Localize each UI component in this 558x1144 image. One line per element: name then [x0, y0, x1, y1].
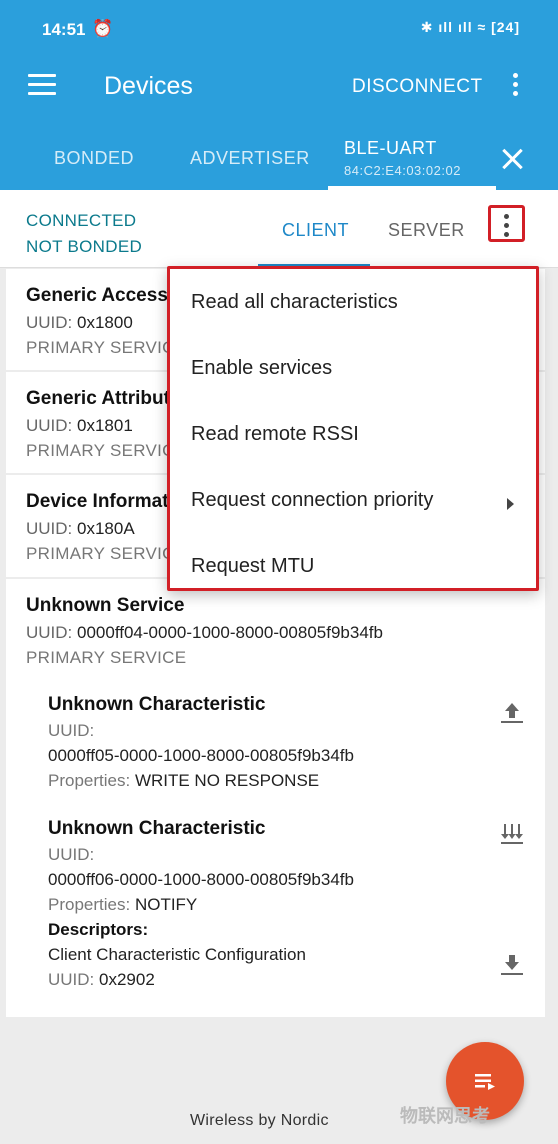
footer-text: Wireless by Nordic	[190, 1112, 329, 1129]
characteristic-uuid-label: UUID:	[48, 721, 95, 740]
overflow-menu-icon[interactable]	[509, 73, 521, 101]
characteristic-item[interactable]: Unknown Characteristic UUID: 0000ff05-00…	[48, 694, 354, 791]
menu-item-request-mtu[interactable]: Request MTU	[191, 555, 531, 578]
submenu-arrow-icon	[507, 498, 514, 510]
connected-label: CONNECTED	[26, 211, 137, 230]
characteristic-item[interactable]: Unknown Characteristic UUID: 0000ff06-00…	[48, 818, 354, 990]
read-download-icon[interactable]	[498, 950, 526, 978]
system-status-icons: ✱ ıll ıll ≈ [24]	[420, 19, 520, 35]
page-title: Devices	[104, 72, 193, 100]
characteristic-uuid: 0000ff05-0000-1000-8000-00805f9b34fb	[48, 746, 354, 765]
alarm-icon: ⏰	[92, 19, 114, 38]
device-name: BLE-UART	[344, 138, 437, 158]
bond-state-label: NOT BONDED	[26, 237, 143, 256]
service-uuid: UUID: 0x1801	[26, 416, 133, 435]
disconnect-button[interactable]: DISCONNECT	[352, 76, 483, 98]
status-bar: 14:51 ⏰ ✱ ıll ıll ≈ [24]	[0, 0, 558, 56]
service-name: Unknown Service	[26, 595, 185, 616]
status-time: 14:51	[42, 20, 86, 39]
hamburger-menu-icon[interactable]	[28, 74, 56, 96]
service-type: PRIMARY SERVICE	[26, 441, 187, 460]
service-type: PRIMARY SERVICE	[26, 544, 187, 563]
service-uuid: UUID: 0000ff04-0000-1000-8000-00805f9b34…	[26, 623, 383, 642]
connection-state: CONNECTED NOT BONDED	[26, 208, 142, 260]
tab-ble-uart[interactable]: BLE-UART 84:C2:E4:03:02:02	[344, 138, 461, 178]
characteristic-uuid-label: UUID:	[48, 845, 95, 864]
service-name: Generic Access	[26, 285, 168, 306]
tab-bonded[interactable]: BONDED	[54, 148, 134, 169]
tab-advertiser[interactable]: ADVERTISER	[190, 148, 310, 169]
list-icon	[475, 1074, 495, 1090]
characteristic-name: Unknown Characteristic	[48, 818, 266, 839]
close-icon[interactable]	[500, 146, 526, 172]
characteristic-uuid: 0000ff06-0000-1000-8000-00805f9b34fb	[48, 870, 354, 889]
notify-multi-arrow-icon[interactable]	[498, 820, 526, 848]
app-bar: Devices DISCONNECT	[0, 56, 558, 118]
more-options-icon[interactable]	[488, 205, 525, 242]
menu-item-enable-services[interactable]: Enable services	[191, 357, 531, 380]
service-name: Generic Attribute	[26, 388, 181, 409]
menu-item-read-remote-rssi[interactable]: Read remote RSSI	[191, 423, 531, 446]
descriptor-uuid: UUID: 0x2902	[48, 970, 155, 989]
characteristic-name: Unknown Characteristic	[48, 694, 266, 715]
menu-item-read-all-characteristics[interactable]: Read all characteristics	[191, 291, 531, 314]
service-type: PRIMARY SERVICE	[26, 338, 187, 357]
tab-server[interactable]: SERVER	[388, 220, 465, 241]
service-uuid: UUID: 0x180A	[26, 519, 135, 538]
service-type: PRIMARY SERVICE	[26, 648, 187, 667]
tab-client[interactable]: CLIENT	[282, 220, 349, 241]
write-upload-icon[interactable]	[498, 698, 526, 726]
characteristic-properties: Properties: NOTIFY	[48, 895, 198, 914]
service-uuid: UUID: 0x1800	[26, 313, 133, 332]
descriptor-name: Client Characteristic Configuration	[48, 945, 306, 964]
characteristic-properties: Properties: WRITE NO RESPONSE	[48, 771, 320, 790]
watermark: 物联网思考	[400, 1106, 490, 1126]
options-popup-menu: Read all characteristics Enable services…	[167, 266, 539, 591]
menu-item-request-connection-priority[interactable]: Request connection priority	[191, 489, 531, 512]
connection-bar: CONNECTED NOT BONDED CLIENT SERVER	[0, 190, 558, 268]
descriptors-label: Descriptors:	[48, 920, 149, 939]
device-tabs: BONDED ADVERTISER BLE-UART 84:C2:E4:03:0…	[0, 118, 558, 190]
device-address: 84:C2:E4:03:02:02	[344, 163, 461, 178]
